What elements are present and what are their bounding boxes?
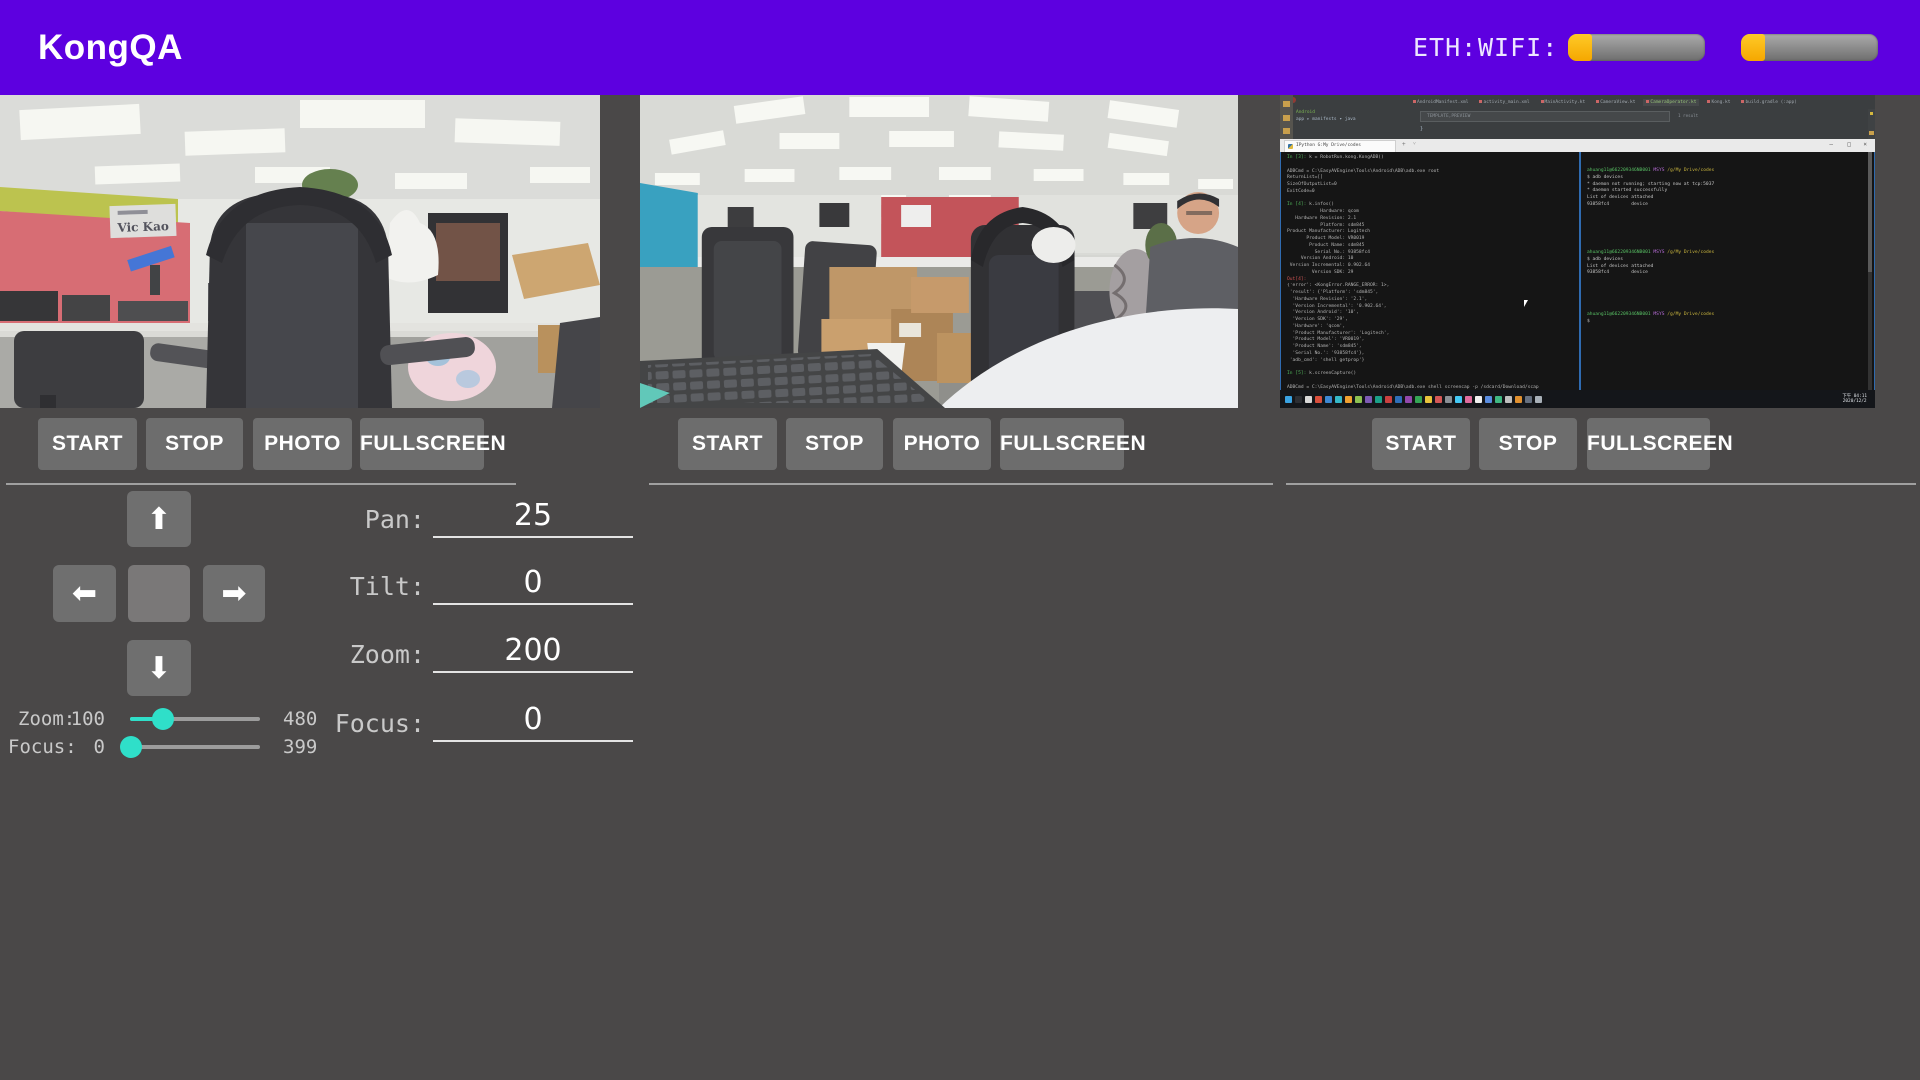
camera-2-feed	[640, 95, 1238, 408]
camera-2-image	[640, 95, 1238, 408]
focus-slider-min: 0	[40, 736, 105, 758]
camera-3-start-button[interactable]: START	[1372, 418, 1470, 470]
ide-code-line: }	[1420, 126, 1423, 132]
zoom-slider-track[interactable]	[130, 717, 260, 721]
focus-slider-thumb[interactable]	[120, 736, 142, 758]
arrow-up-icon: ⬆	[146, 502, 171, 537]
ide-tab: CameraView.kt	[1593, 99, 1638, 106]
prompt-out4: Out[4]:	[1287, 277, 1306, 284]
ide-tab: MainActivity.kt	[1538, 99, 1589, 106]
zoom-field[interactable]	[433, 629, 633, 673]
tilt-field-label: Tilt:	[305, 572, 425, 601]
section-3-divider	[1286, 483, 1916, 485]
ide-search-field: TEMPLATE,PREVIEW	[1420, 111, 1670, 122]
console-right-group: ahuang11@662209346NB001 MSYS /g/My Drive…	[1587, 168, 1714, 209]
camera-3-desktop-image: AndroidManifest.xml activity_main.xml Ma…	[1280, 95, 1875, 408]
pan-field[interactable]	[433, 494, 633, 538]
console-right-group: ahuang11@662209346NB001 MSYS /g/My Drive…	[1587, 250, 1714, 277]
ide-tab-bar: AndroidManifest.xml activity_main.xml Ma…	[1410, 96, 1865, 109]
windows-start-icon	[1285, 396, 1292, 403]
pan-down-button[interactable]: ⬇	[127, 640, 191, 696]
arrow-down-icon: ⬇	[146, 651, 171, 686]
section-1-divider	[6, 483, 516, 485]
mouse-cursor	[1524, 300, 1528, 307]
focus-slider-row: Focus: 0 399	[0, 733, 330, 761]
console-left-pane: In [3]: k = RobotRun.kong.KongADB() ADBC…	[1287, 155, 1539, 398]
arrow-right-icon: ➡	[221, 576, 246, 611]
camera-2-section: START STOP PHOTO FULLSCREEN	[640, 95, 1280, 1080]
camera-1-start-button[interactable]: START	[38, 418, 137, 470]
wifi-label: WIFI:	[1478, 33, 1558, 63]
ide-tab: build.gradle (:app)	[1738, 99, 1799, 106]
ide-window: AndroidManifest.xml activity_main.xml Ma…	[1280, 95, 1875, 139]
zoom-field-label: Zoom:	[305, 640, 425, 669]
eth-indicator-thumb[interactable]	[1568, 34, 1592, 61]
minimize-icon: —	[1829, 141, 1833, 148]
console-tab: IPython G:My Drive/codes	[1284, 140, 1396, 152]
camera-3-fullscreen-button[interactable]: FULLSCREEN	[1587, 418, 1710, 470]
camera-1-photo-button[interactable]: PHOTO	[253, 418, 352, 470]
camera-1-stop-button[interactable]: STOP	[146, 418, 243, 470]
maximize-icon: □	[1847, 141, 1851, 148]
prompt-in4: In [4]:	[1287, 202, 1306, 209]
camera-3-section: AndroidManifest.xml activity_main.xml Ma…	[1280, 95, 1920, 1080]
wifi-indicator-thumb[interactable]	[1741, 34, 1765, 61]
background-window-strip	[1280, 95, 1293, 139]
chevron-down-icon: ˅	[1413, 141, 1416, 147]
focus-field-label: Focus:	[305, 709, 425, 738]
console-split-divider	[1579, 152, 1581, 390]
console-title-bar: IPython G:My Drive/codes + ˅ — □ ×	[1280, 139, 1875, 152]
pan-center-button[interactable]	[128, 565, 190, 622]
app-title: KongQA	[38, 0, 183, 95]
ide-project-tree: Android app ▸ manifests ▾ java	[1296, 109, 1406, 123]
taskbar: 下午 04:11 2020/12/2	[1280, 390, 1875, 408]
section-2-divider	[649, 483, 1273, 485]
ide-tab: AndroidManifest.xml	[1410, 99, 1471, 106]
close-icon: ×	[1863, 141, 1867, 148]
ide-tab: activity_main.xml	[1476, 99, 1532, 106]
wifi-indicator-slider[interactable]	[1741, 34, 1878, 61]
focus-field[interactable]	[433, 698, 633, 742]
camera-3-feed: AndroidManifest.xml activity_main.xml Ma…	[1280, 95, 1875, 408]
search-icon	[1295, 396, 1302, 403]
zoom-slider-thumb[interactable]	[152, 708, 174, 730]
zoom-slider-min: 100	[40, 708, 105, 730]
camera-1-section: Vic Kao	[0, 95, 640, 1080]
tilt-field[interactable]	[433, 561, 633, 605]
console-right-group: ahuang11@662209346NB001 MSYS /g/My Drive…	[1587, 312, 1714, 326]
pan-field-label: Pan:	[305, 505, 425, 534]
python-icon	[1288, 144, 1293, 149]
pan-up-button[interactable]: ⬆	[127, 491, 191, 547]
camera-1-image: Vic Kao	[0, 95, 600, 408]
app-header: KongQA ETH: WIFI:	[0, 0, 1920, 95]
console-body: In [3]: k = RobotRun.kong.KongADB() ADBC…	[1280, 152, 1875, 390]
camera-2-fullscreen-button[interactable]: FULLSCREEN	[1000, 418, 1124, 470]
focus-slider-track[interactable]	[130, 745, 260, 749]
ide-gutter	[1868, 109, 1875, 139]
camera-1-fullscreen-button[interactable]: FULLSCREEN	[360, 418, 484, 470]
taskbar-clock: 下午 04:11 2020/12/2	[1842, 394, 1875, 405]
eth-label: ETH:	[1413, 33, 1477, 63]
camera-2-start-button[interactable]: START	[678, 418, 777, 470]
ide-tab: Kong.kt	[1704, 99, 1733, 106]
ide-tab-active: CameraOperator.kt	[1643, 99, 1699, 106]
new-tab-icon: +	[1402, 141, 1406, 148]
focus-slider-max: 399	[283, 736, 317, 758]
pan-left-button[interactable]: ⬅	[53, 565, 116, 622]
prompt-in5: In [5]:	[1287, 371, 1306, 378]
arrow-left-icon: ⬅	[72, 576, 97, 611]
ide-search-hits: 1 result	[1678, 113, 1698, 118]
prompt-in3: In [3]:	[1287, 155, 1306, 162]
zoom-slider-row: Zoom: 100 480	[0, 705, 330, 733]
console-scrollbar	[1868, 152, 1872, 390]
camera-3-stop-button[interactable]: STOP	[1479, 418, 1577, 470]
camera-2-stop-button[interactable]: STOP	[786, 418, 883, 470]
eth-indicator-slider[interactable]	[1568, 34, 1705, 61]
camera-1-feed: Vic Kao	[0, 95, 600, 408]
camera-2-photo-button[interactable]: PHOTO	[893, 418, 991, 470]
pan-right-button[interactable]: ➡	[203, 565, 265, 622]
